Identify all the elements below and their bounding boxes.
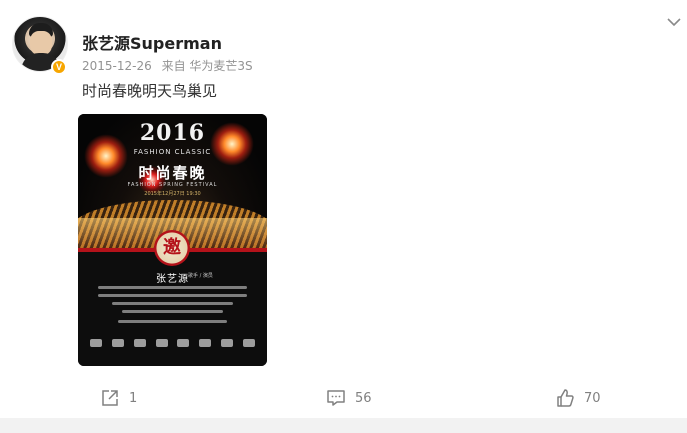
poster-guest-roles: 歌手 / 演员 [188,273,213,279]
comment-count: 56 [355,390,372,406]
poster-text-line [122,310,223,313]
sponsor-logo [90,339,102,347]
avatar-face [30,31,52,55]
sponsor-logo [111,339,124,347]
comment-button[interactable]: 56 [326,388,372,408]
poster-text-line [98,286,247,289]
post-date[interactable]: 2015-12-26 [82,59,152,73]
repost-icon [102,390,118,406]
poster-subtitle: FASHION SPRING FESTIVAL [127,182,218,188]
poster-fashion-classic: FASHION CLASSIC [133,148,212,156]
repost-count: 1 [129,390,138,406]
chevron-down-icon[interactable] [666,14,682,30]
sponsor-logos [90,336,255,350]
post-meta: 2015-12-26 来自 华为麦芒3S [82,57,259,74]
poster-date-info: 2015年12月27日 19:30 [144,191,201,197]
repost-button[interactable]: 1 [100,388,137,408]
post-source: 来自 华为麦芒3S [161,59,253,73]
like-count: 70 [584,390,601,406]
poster-guest-name: 张艺源 [156,274,189,285]
sponsor-logo [221,339,234,347]
sponsor-logo [177,339,190,347]
username-link[interactable]: 张艺源Superman [82,30,222,54]
like-button[interactable]: 70 [555,388,601,408]
poster-title: 时尚春晚 [138,164,207,182]
card-divider [0,418,687,433]
poster-text-line [112,302,233,305]
weibo-post-card: V 张艺源Superman 2015-12-26 来自 华为麦芒3S 时尚春晚明… [0,0,687,433]
invitation-seal: 邀 [154,230,190,266]
sponsor-logo [155,339,168,347]
post-image[interactable]: 2016 FASHION CLASSIC 时尚春晚 FASHION SPRING… [78,114,267,366]
sponsor-logo [199,339,212,347]
poster-text-line [98,294,247,297]
like-icon [557,389,574,407]
comment-icon [327,390,345,406]
verified-icon: V [51,59,67,75]
poster-year: 2016 [139,120,206,146]
post-text: 时尚春晚明天鸟巢见 [82,82,218,100]
sponsor-logo [242,339,255,347]
sponsor-logo [133,339,146,347]
poster-text-line [118,320,227,323]
